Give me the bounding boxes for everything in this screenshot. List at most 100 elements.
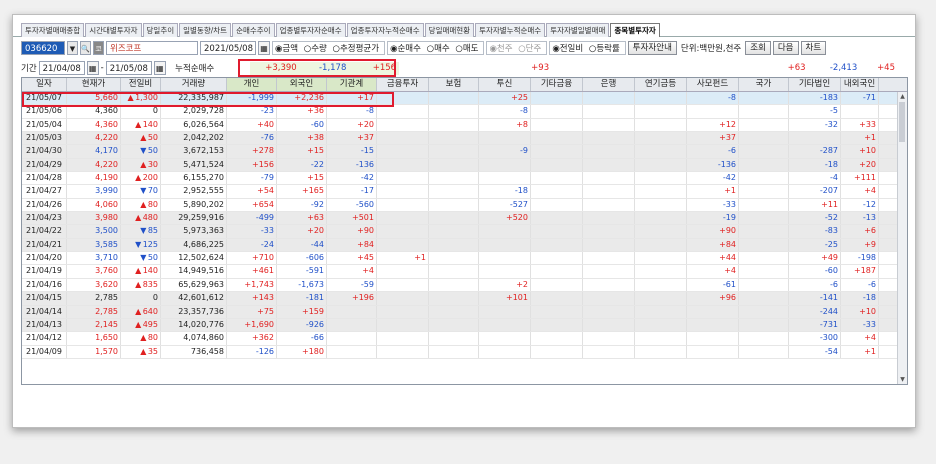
table-row[interactable]: 21/04/29 4,220 ▲30 5,471,524 +156 -22 -136 -136… — [22, 158, 907, 173]
chart-button[interactable]: 차트 — [800, 41, 827, 55]
table-row[interactable]: 21/04/27 3,990 ▼70 2,952,555 +54 +165 -17 -18 +1… — [22, 185, 907, 199]
tab-4[interactable]: 순매수추이 — [232, 23, 275, 37]
tab-8[interactable]: 투자자별누적순매수 — [475, 23, 546, 37]
cell-investor-4 — [429, 305, 479, 318]
table-row[interactable]: 21/05/03 4,220 ▲50 2,042,202 -76 +38 +37 +37 +1 — [22, 132, 907, 146]
table-row[interactable]: 21/04/14 2,785 ▲640 23,357,736 +75 +159 -244 +1… — [22, 305, 907, 319]
header-col-3[interactable]: 거래량 — [161, 78, 227, 91]
table-row[interactable]: 21/04/12 1,650 ▲80 4,074,860 +362 -66 -300 +4 — [22, 332, 907, 346]
cell-investor-8 — [635, 105, 687, 118]
arrow-up-icon: ▲ — [140, 159, 147, 169]
cell-investor-2: +84 — [327, 238, 377, 252]
tab-9[interactable]: 투자자별일별매매 — [546, 23, 610, 37]
cell-volume: 736,458 — [161, 345, 227, 358]
tab-1[interactable]: 시간대별투자자 — [85, 23, 142, 37]
table-row[interactable]: 21/05/04 4,360 ▲140 6,026,564 +40 -60 +20 +8 +12… — [22, 118, 907, 133]
header-col-5[interactable]: 외국인 — [277, 78, 327, 91]
stock-code-input[interactable]: 036620 — [21, 41, 65, 55]
calendar-from-icon[interactable]: ▦ — [86, 61, 99, 75]
cell-investor-5: -9 — [479, 145, 531, 158]
scroll-up-icon[interactable]: ▲ — [898, 92, 907, 101]
query-button[interactable]: 조회 — [745, 41, 771, 55]
header-col-7[interactable]: 금융투자 — [377, 78, 429, 91]
stock-type-icon[interactable]: 코 — [93, 41, 104, 55]
radio-amount[interactable]: ◉금액 — [275, 44, 298, 54]
radio-thousand-shares[interactable]: ◉천주 — [489, 44, 512, 54]
radio-sell[interactable]: ○매도 — [455, 44, 478, 54]
radio-net-buy[interactable]: ◉순매수 — [390, 44, 421, 54]
table-row[interactable]: 21/04/16 3,620 ▲835 65,629,963 +1,743 -1,673-… — [22, 278, 907, 293]
period-from-input[interactable]: 21/04/08 — [38, 61, 85, 75]
change-value: 835 — [142, 279, 158, 289]
scroll-down-icon[interactable]: ▼ — [898, 375, 907, 384]
calendar-to-icon[interactable]: ▦ — [153, 61, 166, 75]
cell-volume: 23,357,736 — [161, 305, 227, 318]
table-row[interactable]: 21/04/30 4,170 ▼50 3,672,153 +278 +15 -15 -9 -6-… — [22, 145, 907, 159]
header-col-1[interactable]: 현재가 — [67, 78, 121, 91]
table-row[interactable]: 21/04/22 3,500 ▼85 5,973,363 -33 +20 +90 +90 -83… — [22, 225, 907, 239]
table-row[interactable]: 21/04/13 2,145 ▲495 14,020,776 +1,690 -926 -73… — [22, 318, 907, 333]
radio-avg-price[interactable]: ○추정평균가 — [333, 44, 380, 54]
tab-6[interactable]: 업종투자자누적순매수 — [346, 23, 424, 37]
vertical-scrollbar[interactable]: ▲ ▼ — [897, 92, 907, 384]
header-col-2[interactable]: 전일비 — [121, 78, 161, 91]
table-row[interactable]: 21/04/20 3,710 ▼50 12,502,624 +710 -606 +45 +1 +… — [22, 252, 907, 266]
radio-single-shares[interactable]: ○단주 — [518, 44, 541, 54]
header-col-16[interactable]: 내외국인 — [841, 78, 879, 91]
arrow-up-icon: ▲ — [135, 319, 142, 329]
next-button[interactable]: 다음 — [772, 41, 799, 55]
cell-investor-3 — [377, 305, 429, 318]
header-col-4[interactable]: 개인 — [227, 78, 277, 91]
table-row[interactable]: 21/04/21 3,585 ▼125 4,686,225 -24 -44 +84 +84 -2… — [22, 238, 907, 253]
header-col-6[interactable]: 기관계 — [327, 78, 377, 91]
table-row[interactable]: 21/04/26 4,060 ▲80 5,890,202 +654 -92 -560 -527… — [22, 198, 907, 213]
dropdown-arrow-icon[interactable]: ▼ — [67, 41, 78, 55]
tab-0[interactable]: 투자자별매매종합 — [21, 23, 85, 37]
header-col-8[interactable]: 보험 — [429, 78, 479, 91]
cell-investor-8 — [635, 238, 687, 252]
header-col-0[interactable]: 일자 — [22, 78, 67, 91]
table-row[interactable]: 21/05/07 5,660 ▲1,300 22,335,987 -1,999 +2,23… — [22, 92, 907, 106]
radio-change-rate[interactable]: ○등락률 — [589, 44, 620, 54]
header-col-13[interactable]: 사모펀드 — [687, 78, 739, 91]
table-row[interactable]: 21/05/06 4,360 0 2,029,728 -23 +36 -8 -8 -5 — [22, 105, 907, 119]
table-row[interactable]: 21/04/15 2,785 0 42,601,612 +143 -181 +196 +101… — [22, 292, 907, 306]
investor-grid: 일자 현재가 전일비 거래량 개인 외국인 기관계 금융투자 보험 투신 기타금융 은행 연기금등 사모펀… — [21, 77, 908, 385]
cell-investor-5: -8 — [479, 105, 531, 118]
table-row[interactable]: 21/04/19 3,760 ▲140 14,949,516 +461 -591 +4 +4-… — [22, 265, 907, 279]
radio-quantity[interactable]: ○수량 — [304, 44, 327, 54]
scroll-thumb[interactable] — [899, 102, 905, 142]
investor-info-button[interactable]: 투자자안내 — [627, 41, 677, 55]
cell-price: 4,060 — [67, 198, 121, 212]
tab-3[interactable]: 일별동향/차트 — [179, 23, 232, 37]
header-col-15[interactable]: 기타법인 — [789, 78, 841, 91]
cell-investor-6 — [531, 252, 583, 265]
header-col-9[interactable]: 투신 — [479, 78, 531, 91]
cell-investor-5 — [479, 252, 531, 265]
tab-10[interactable]: 종목별투자자 — [610, 23, 660, 37]
header-col-10[interactable]: 기타금융 — [531, 78, 583, 91]
header-col-11[interactable]: 은행 — [583, 78, 635, 91]
cell-investor-11: -6 — [789, 278, 841, 292]
calendar-icon[interactable]: ▦ — [258, 41, 270, 55]
query-date-input[interactable]: 2021/05/08 — [200, 41, 256, 55]
header-col-12[interactable]: 연기금등 — [635, 78, 687, 91]
change-value: 640 — [142, 306, 158, 316]
search-icon[interactable]: 🔍 — [80, 41, 91, 55]
table-row[interactable]: 21/04/28 4,190 ▲200 6,155,270 -79 +15 -42 -42 -4… — [22, 172, 907, 186]
tab-5[interactable]: 업종별투자자순매수 — [275, 23, 346, 37]
arrow-down-icon: ▼ — [135, 239, 142, 249]
tab-2[interactable]: 당일추이 — [142, 23, 179, 37]
radio-prev-day[interactable]: ◉전일비 — [552, 44, 583, 54]
tab-7[interactable]: 당일매매현황 — [424, 23, 475, 37]
header-col-14[interactable]: 국가 — [739, 78, 789, 91]
cell-investor-8 — [635, 212, 687, 225]
period-to-input[interactable]: 21/05/08 — [105, 61, 152, 75]
radio-buy[interactable]: ○매수 — [427, 44, 450, 54]
change-value: 1,300 — [135, 93, 158, 102]
table-row[interactable]: 21/04/09 1,570 ▲35 736,458 -126 +180 -54 +1 — [22, 345, 907, 359]
cell-investor-7 — [583, 292, 635, 305]
cell-investor-8 — [635, 172, 687, 185]
sum-cell-1: -1,178 — [299, 62, 350, 75]
table-row[interactable]: 21/04/23 3,980 ▲480 29,259,916 -499 +63 +501 +5… — [22, 212, 907, 226]
